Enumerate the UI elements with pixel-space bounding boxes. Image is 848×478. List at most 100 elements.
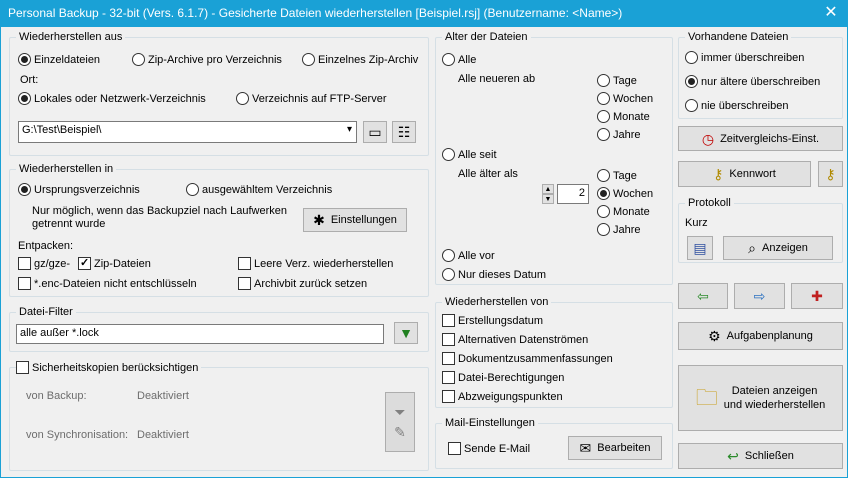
radio-dot[interactable] <box>597 187 610 200</box>
checkbox[interactable] <box>18 277 31 290</box>
radio-newer-days[interactable]: Tage <box>597 74 637 87</box>
load-settings-button[interactable]: ⇦ <box>678 283 728 309</box>
radio-overwrite-older[interactable]: nur ältere überschreiben <box>685 75 820 88</box>
radio-dot[interactable] <box>597 205 610 218</box>
new-settings-button[interactable]: ✚ <box>791 283 843 309</box>
drive-icon: ▭ <box>368 124 382 140</box>
close-icon[interactable]: ✕ <box>814 0 848 27</box>
radio-age-before[interactable]: Alle vor <box>442 249 495 262</box>
radio-single-zip[interactable]: Einzelnes Zip-Archiv <box>302 53 418 66</box>
file-filter-input[interactable]: alle außer *.lock <box>16 324 384 344</box>
spin-up-button[interactable]: ▲ <box>542 184 554 194</box>
settings-button[interactable]: ✱ Einstellungen <box>303 208 407 232</box>
check-zip[interactable]: Zip-Dateien <box>78 257 151 270</box>
protocol-settings-button[interactable]: ▤ <box>687 236 713 260</box>
backup-copies-group: Sicherheitskopien berücksichtigen von Ba… <box>9 361 429 471</box>
radio-overwrite-always[interactable]: immer überschreiben <box>685 51 804 64</box>
checkbox[interactable] <box>448 442 461 455</box>
checkbox[interactable] <box>442 333 455 346</box>
radio-newer-years[interactable]: Jahre <box>597 128 641 141</box>
check-empty-dirs[interactable]: Leere Verz. wiederherstellen <box>238 257 393 270</box>
radio-dot[interactable] <box>236 92 249 105</box>
checkbox[interactable] <box>238 277 251 290</box>
check-file-permissions[interactable]: Datei-Berechtigungen <box>442 371 564 384</box>
radio-dot[interactable] <box>302 53 315 66</box>
password-extra-button[interactable]: ⚷ <box>818 161 843 187</box>
radio-ftp-dir[interactable]: Verzeichnis auf FTP-Server <box>236 92 387 105</box>
radio-local-dir[interactable]: Lokales oder Netzwerk-Verzeichnis <box>18 92 206 105</box>
chevron-down-icon[interactable]: ▾ <box>347 124 352 135</box>
radio-dot[interactable] <box>597 128 610 141</box>
checkbox[interactable] <box>18 257 31 270</box>
radio-older-weeks[interactable]: Wochen <box>597 187 653 200</box>
radio-age-all[interactable]: Alle <box>442 53 476 66</box>
folder-restore-icon: 🗀 <box>695 385 718 410</box>
check-send-mail[interactable]: Sende E-Mail <box>448 442 530 455</box>
save-settings-button[interactable]: ⇨ <box>734 283 785 309</box>
radio-dot[interactable] <box>18 183 31 196</box>
radio-dot[interactable] <box>442 148 455 161</box>
restore-from-group: Wiederherstellen aus Einzeldateien Zip-A… <box>9 31 429 156</box>
check-gz[interactable]: gz/gze- <box>18 257 70 270</box>
check-enc[interactable]: *.enc-Dateien nicht entschlüsseln <box>18 277 197 290</box>
check-doc-summaries[interactable]: Dokumentzusammenfassungen <box>442 352 613 365</box>
radio-dot[interactable] <box>18 53 31 66</box>
spin-down-button[interactable]: ▼ <box>542 194 554 204</box>
radio-dot[interactable] <box>132 53 145 66</box>
checkbox[interactable] <box>442 371 455 384</box>
checkbox[interactable] <box>78 257 91 270</box>
radio-age-date-only[interactable]: Nur dieses Datum <box>442 268 546 281</box>
radio-dot[interactable] <box>597 74 610 87</box>
path-combobox[interactable]: G:\Test\Beispiel\ ▾ <box>18 121 357 143</box>
time-compare-button[interactable]: ◷ Zeitvergleichs-Einst. <box>678 126 843 151</box>
radio-older-days[interactable]: Tage <box>597 169 637 182</box>
radio-zip-per-dir[interactable]: Zip-Archive pro Verzeichnis <box>132 53 282 66</box>
radio-overwrite-never[interactable]: nie überschreiben <box>685 99 788 112</box>
protocol-show-button[interactable]: ⌕ Anzeigen <box>723 236 833 260</box>
older-value-input[interactable]: 2 <box>557 184 589 204</box>
radio-older-years[interactable]: Jahre <box>597 223 641 236</box>
clock-icon: ◷ <box>701 130 715 147</box>
radio-origin-dir[interactable]: Ursprungsverzeichnis <box>18 183 140 196</box>
radio-dot[interactable] <box>442 268 455 281</box>
radio-dot[interactable] <box>685 51 698 64</box>
radio-dot[interactable] <box>597 169 610 182</box>
radio-dot[interactable] <box>597 92 610 105</box>
check-junctions[interactable]: Abzweigungspunkten <box>442 390 563 403</box>
radio-dot[interactable] <box>597 223 610 236</box>
show-restore-button[interactable]: 🗀 Dateien anzeigen und wiederherstellen <box>678 365 843 431</box>
radio-age-since-label: Alle seit <box>458 148 497 161</box>
radio-selected-dir[interactable]: ausgewähltem Verzeichnis <box>186 183 332 196</box>
radio-dot[interactable] <box>597 110 610 123</box>
radio-single-files[interactable]: Einzeldateien <box>18 53 100 66</box>
checkbox[interactable] <box>238 257 251 270</box>
radio-dot[interactable] <box>18 92 31 105</box>
radio-dot[interactable] <box>186 183 199 196</box>
checkbox[interactable] <box>442 314 455 327</box>
calendar-gear-icon: ⚙ <box>708 328 721 344</box>
mail-edit-button[interactable]: ✉ Bearbeiten <box>568 436 662 460</box>
check-creation-date[interactable]: Erstellungsdatum <box>442 314 543 327</box>
radio-older-months[interactable]: Monate <box>597 205 650 218</box>
close-button[interactable]: ↩ Schließen <box>678 443 843 469</box>
password-button[interactable]: ⚷ Kennwort <box>678 161 811 187</box>
drive-select-button[interactable]: ▭ <box>363 121 387 143</box>
check-backup-copies[interactable]: Sicherheitskopien berücksichtigen <box>16 361 202 374</box>
checkbox[interactable] <box>16 361 29 374</box>
filter-button[interactable]: ▼ <box>394 322 418 344</box>
task-schedule-button[interactable]: ⚙ Aufgabenplanung <box>678 322 843 350</box>
check-archivebit[interactable]: Archivbit zurück setzen <box>238 277 367 290</box>
radio-newer-weeks[interactable]: Wochen <box>597 92 653 105</box>
check-alt-streams[interactable]: Alternativen Datenströmen <box>442 333 588 346</box>
radio-newer-months[interactable]: Monate <box>597 110 650 123</box>
copies-filter-button[interactable]: ⏷ ✎ <box>385 392 415 452</box>
folder-tree-button[interactable]: ☷ <box>392 121 416 143</box>
radio-dot[interactable] <box>685 75 698 88</box>
funnel-icon: ⏷ <box>394 404 406 420</box>
radio-age-since[interactable]: Alle seit <box>442 148 497 161</box>
radio-dot[interactable] <box>442 53 455 66</box>
radio-dot[interactable] <box>685 99 698 112</box>
radio-dot[interactable] <box>442 249 455 262</box>
checkbox[interactable] <box>442 352 455 365</box>
checkbox[interactable] <box>442 390 455 403</box>
